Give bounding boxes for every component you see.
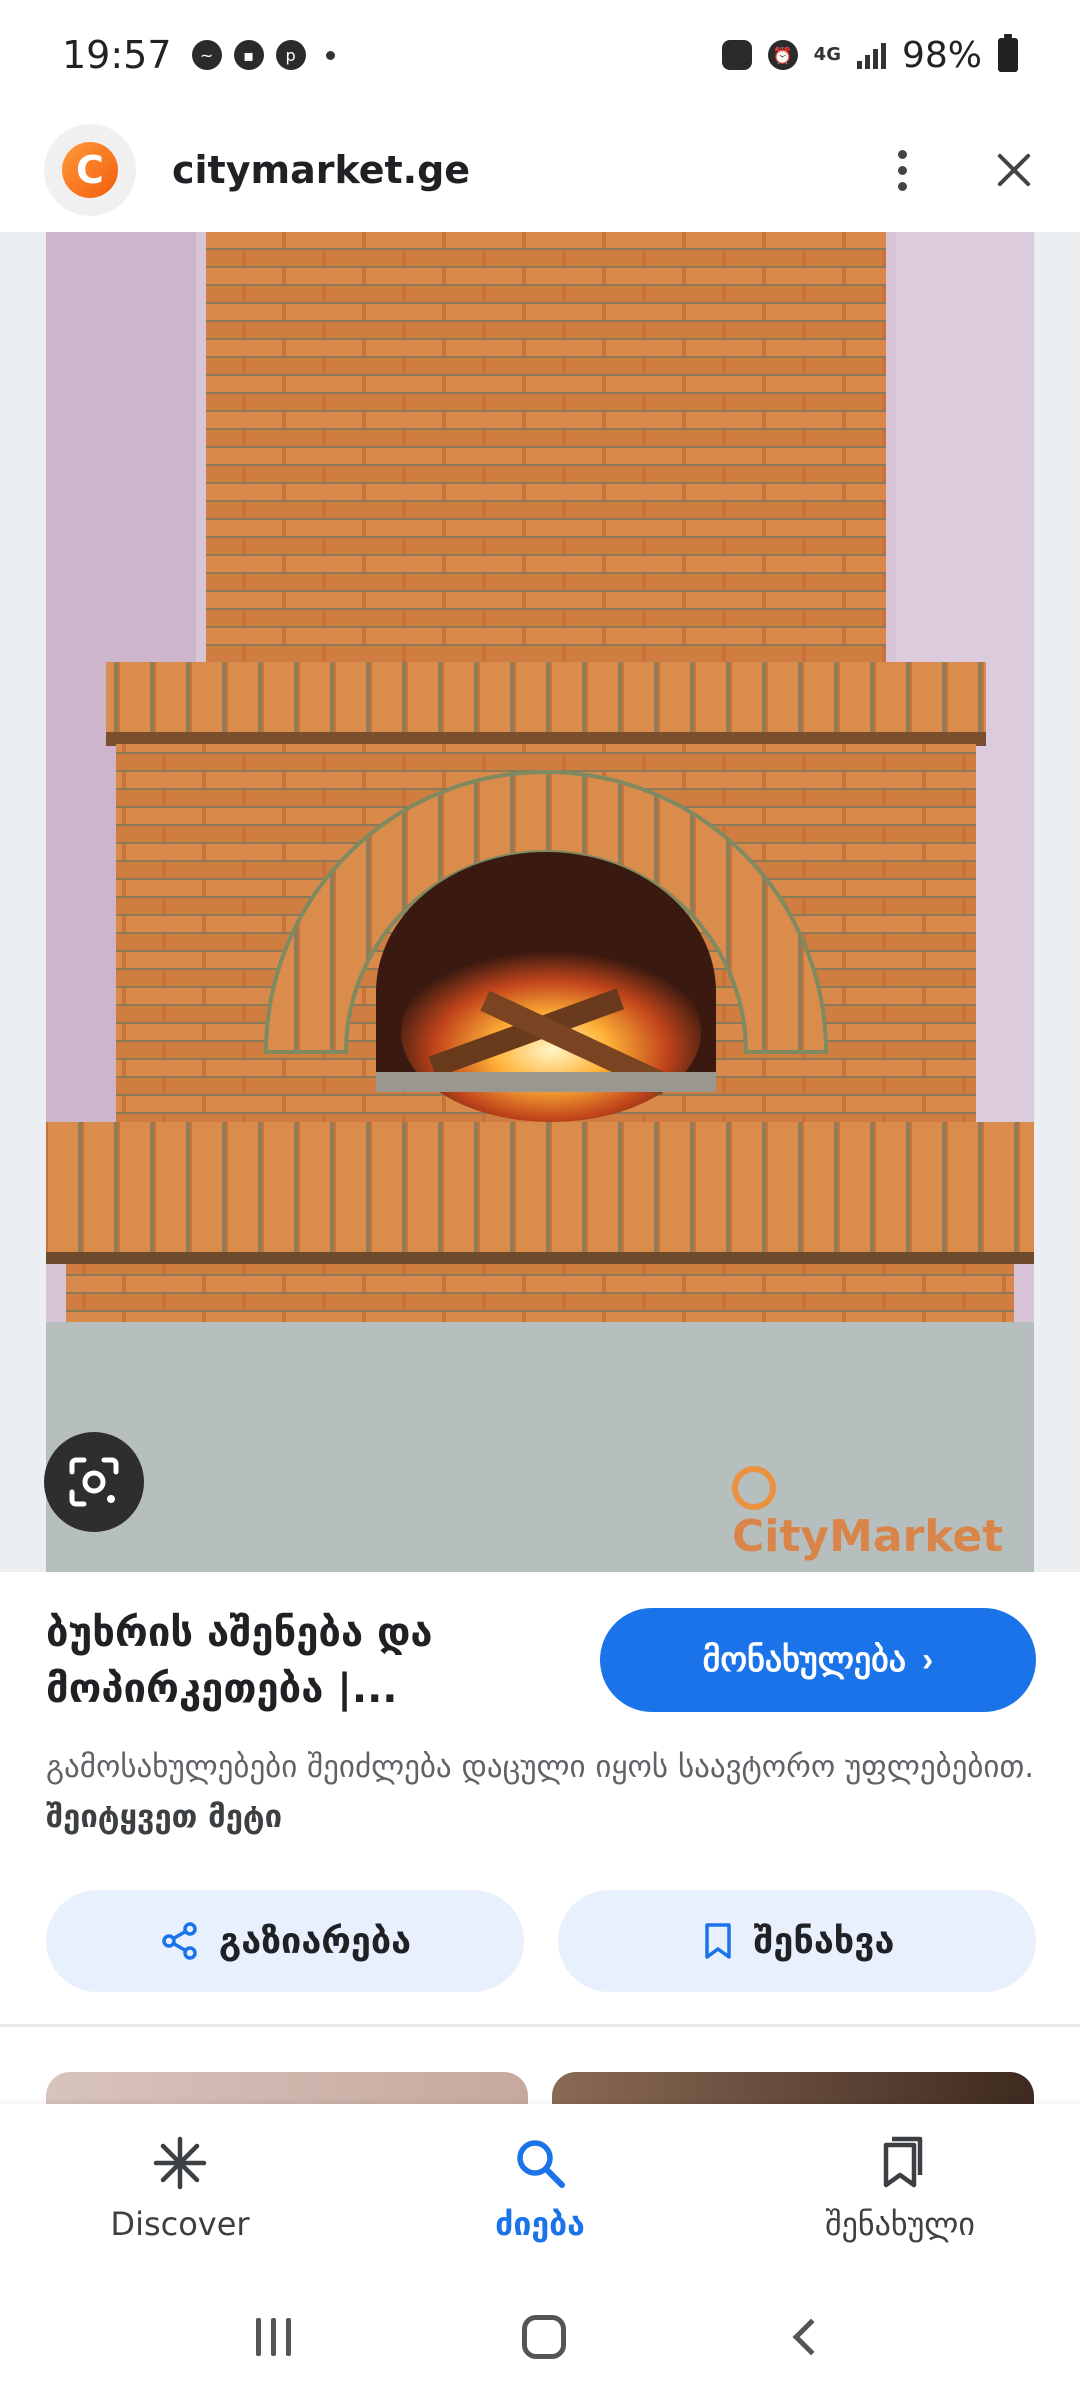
copyright-text: გამოსახულებები შეიძლება დაცული იყოს საავ… bbox=[46, 1749, 1035, 1785]
messenger-icon: ~ bbox=[191, 40, 222, 70]
status-right: ⏰ 4G 98% bbox=[721, 34, 1018, 76]
save-label: შენახვა bbox=[753, 1920, 895, 1962]
home-button[interactable] bbox=[522, 2315, 567, 2359]
header-actions bbox=[882, 148, 1036, 192]
share-icon bbox=[162, 1922, 197, 1960]
system-navigation-bar bbox=[0, 2274, 1080, 2400]
image-viewer: CityMarket bbox=[0, 232, 1080, 1572]
status-bar: 19:57 ~ ▪ p ⏰ 4G 98% bbox=[0, 0, 1080, 110]
site-logo-letter: C bbox=[62, 142, 118, 198]
chevron-right-icon: › bbox=[922, 1640, 934, 1679]
asterisk-icon bbox=[153, 2136, 207, 2190]
save-button[interactable]: შენახვა bbox=[558, 1890, 1036, 1992]
watermark-logo-icon bbox=[732, 1466, 776, 1510]
saved-collections-icon bbox=[883, 2136, 923, 2188]
result-title-line1: ბუხრის აშენება და bbox=[46, 1610, 433, 1656]
battery-percent: 98% bbox=[901, 34, 982, 76]
fireplace-illustration bbox=[46, 232, 1034, 1572]
bottom-navigation: Discover ძიება შენახული bbox=[0, 2104, 1080, 2274]
result-title[interactable]: ბუხრის აშენება და მოპირკეთება |... bbox=[46, 1605, 566, 1717]
bookmark-icon bbox=[704, 1923, 731, 1959]
back-button[interactable] bbox=[792, 2318, 830, 2356]
nav-search-label: ძიება bbox=[495, 2205, 585, 2243]
fireplace-image[interactable]: CityMarket bbox=[46, 232, 1034, 1572]
close-icon[interactable] bbox=[992, 148, 1036, 192]
visit-button[interactable]: მონახულება › bbox=[600, 1608, 1036, 1712]
site-header: C citymarket.ge bbox=[0, 110, 1080, 230]
learn-more-link[interactable]: შეიტყვეთ მეტი bbox=[46, 1799, 282, 1835]
lock-icon bbox=[721, 40, 752, 70]
nav-discover-label: Discover bbox=[110, 2205, 250, 2243]
network-type: 4G bbox=[813, 44, 841, 65]
recent-apps-button[interactable] bbox=[255, 2318, 291, 2356]
nav-search[interactable]: ძიება bbox=[360, 2104, 720, 2274]
share-button[interactable]: გაზიარება bbox=[46, 1890, 524, 1992]
nav-saved[interactable]: შენახული bbox=[720, 2104, 1080, 2274]
status-time: 19:57 bbox=[62, 33, 172, 77]
more-options-icon[interactable] bbox=[882, 149, 922, 191]
copyright-notice: გამოსახულებები შეიძლება დაცული იყოს საავ… bbox=[46, 1742, 1036, 1842]
site-logo[interactable]: C bbox=[44, 124, 136, 216]
chat-icon: ▪ bbox=[233, 40, 264, 70]
nav-saved-label: შენახული bbox=[825, 2205, 975, 2243]
lens-icon bbox=[69, 1457, 119, 1507]
divider bbox=[0, 2024, 1080, 2027]
visit-button-label: მონახულება bbox=[702, 1641, 907, 1679]
pinterest-icon: p bbox=[275, 40, 306, 70]
battery-icon bbox=[998, 34, 1018, 72]
site-name[interactable]: citymarket.ge bbox=[172, 148, 470, 192]
lens-search-button[interactable] bbox=[44, 1432, 144, 1532]
result-title-line2: მოპირკეთება |... bbox=[46, 1666, 398, 1712]
signal-icon bbox=[856, 41, 886, 69]
share-label: გაზიარება bbox=[218, 1920, 412, 1962]
watermark-text: CityMarket bbox=[732, 1511, 1004, 1562]
alarm-icon: ⏰ bbox=[767, 40, 798, 70]
notification-icons: ~ ▪ p bbox=[191, 40, 335, 70]
image-watermark: CityMarket bbox=[732, 1460, 1034, 1562]
search-icon bbox=[517, 2140, 565, 2188]
nav-discover[interactable]: Discover bbox=[0, 2104, 360, 2274]
more-notifications-icon bbox=[325, 50, 335, 60]
